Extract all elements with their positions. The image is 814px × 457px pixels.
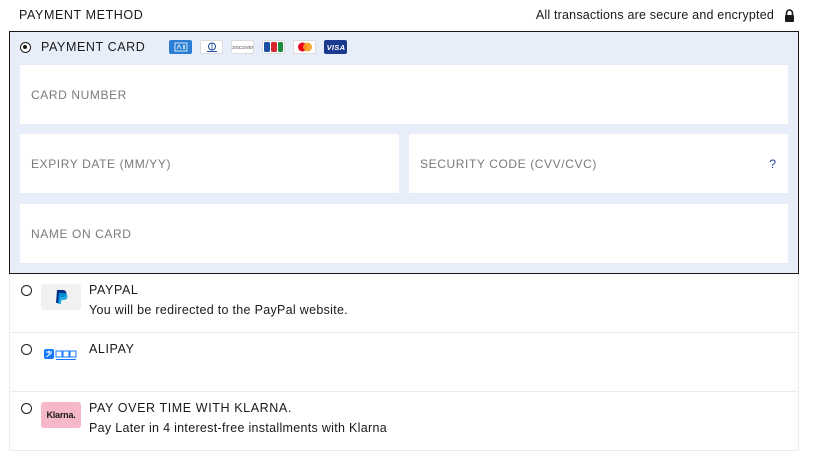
- payment-card-header[interactable]: PAYMENT CARD DISCOVER VISA: [20, 40, 348, 54]
- expiry-date-field[interactable]: [20, 134, 399, 193]
- paypal-option[interactable]: PAYPAL You will be redirected to the Pay…: [9, 274, 799, 333]
- klarna-description: Pay Later in 4 interest-free installment…: [89, 421, 387, 435]
- alipay-title: ALIPAY: [89, 342, 135, 356]
- alipay-option[interactable]: ALIPAY: [9, 333, 799, 392]
- amex-logo-icon: [169, 40, 193, 54]
- lock-icon: [785, 8, 794, 22]
- klarna-logo-icon: Klarna.: [41, 402, 81, 428]
- cvv-help-icon[interactable]: ?: [769, 157, 776, 171]
- card-brand-list: DISCOVER VISA: [169, 40, 348, 54]
- klarna-radio[interactable]: [21, 403, 32, 414]
- klarna-title: PAY OVER TIME WITH KLARNA.: [89, 401, 292, 415]
- payment-header: PAYMENT METHOD All transactions are secu…: [19, 8, 795, 22]
- klarna-option[interactable]: Klarna. PAY OVER TIME WITH KLARNA. Pay L…: [9, 392, 799, 451]
- paypal-description: You will be redirected to the PayPal web…: [89, 303, 349, 317]
- card-number-field[interactable]: [20, 65, 788, 124]
- secure-text: All transactions are secure and encrypte…: [535, 8, 774, 22]
- secure-note: All transactions are secure and encrypte…: [536, 8, 795, 22]
- visa-logo-icon: VISA: [324, 40, 348, 54]
- payment-card-radio[interactable]: [20, 41, 31, 53]
- alipay-radio[interactable]: [21, 344, 32, 355]
- paypal-title: PAYPAL: [89, 283, 139, 297]
- mastercard-logo-icon: [293, 40, 317, 54]
- diners-club-logo-icon: [200, 40, 224, 54]
- paypal-radio[interactable]: [21, 285, 32, 296]
- payment-card-label: PAYMENT CARD: [41, 40, 146, 54]
- section-title: PAYMENT METHOD: [19, 8, 144, 22]
- expiry-date-input[interactable]: [31, 134, 399, 193]
- paypal-logo-icon: [41, 284, 81, 310]
- card-number-input[interactable]: [31, 65, 788, 124]
- discover-logo-icon: DISCOVER: [231, 40, 255, 54]
- name-on-card-input[interactable]: [31, 204, 788, 263]
- name-on-card-field[interactable]: [20, 204, 788, 263]
- payment-card-panel: PAYMENT CARD DISCOVER VISA ?: [9, 31, 799, 274]
- security-code-input[interactable]: [420, 134, 764, 193]
- jcb-logo-icon: [262, 40, 286, 54]
- alipay-logo-icon: [41, 342, 81, 368]
- security-code-field[interactable]: ?: [409, 134, 788, 193]
